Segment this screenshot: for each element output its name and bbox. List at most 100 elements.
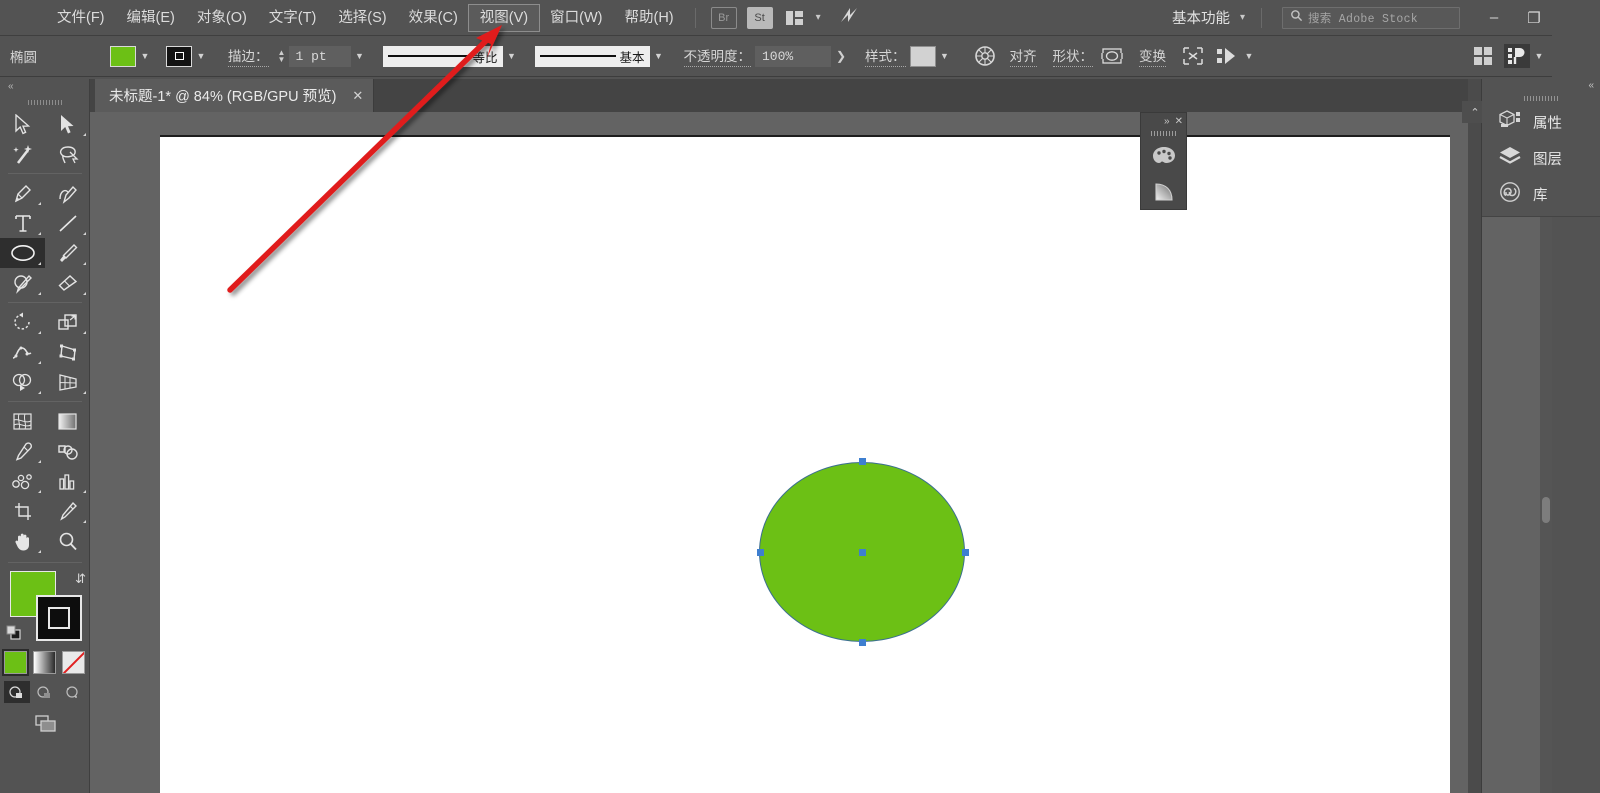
gradient-tool[interactable] bbox=[45, 406, 90, 436]
swap-fill-stroke-icon[interactable]: ⇵ bbox=[75, 571, 86, 587]
variable-width-profile-select[interactable]: 等比 bbox=[383, 46, 503, 67]
select-similar-chevron-down-icon[interactable]: ▼ bbox=[1240, 46, 1258, 67]
eyedropper-tool[interactable] bbox=[0, 436, 45, 466]
close-icon[interactable]: ✕ bbox=[352, 88, 363, 104]
shape-label[interactable]: 形状： bbox=[1053, 45, 1094, 67]
select-similar-objects-icon[interactable] bbox=[1214, 44, 1240, 68]
align-label[interactable]: 对齐 bbox=[1010, 45, 1037, 67]
opacity-input[interactable]: 100% bbox=[755, 46, 831, 67]
arrange-documents-grid-icon[interactable] bbox=[1470, 44, 1496, 68]
search-adobe-stock-field[interactable]: 搜索 Adobe Stock bbox=[1282, 7, 1460, 29]
toolbar-collapse-button[interactable]: « bbox=[0, 79, 89, 95]
fill-chevron-down-icon[interactable]: ▼ bbox=[136, 46, 154, 67]
sidebar-item-layers[interactable]: 图层 bbox=[1482, 140, 1600, 176]
gradient-mode-button[interactable] bbox=[33, 651, 56, 674]
discover-icon[interactable] bbox=[837, 5, 861, 30]
paintbrush-tool[interactable] bbox=[45, 238, 90, 268]
draw-normal-button[interactable] bbox=[4, 681, 30, 703]
isolate-selected-object-icon[interactable] bbox=[1180, 44, 1206, 68]
stock-icon[interactable]: St bbox=[747, 7, 773, 29]
fill-color-swatch[interactable] bbox=[110, 46, 136, 67]
stroke-chevron-down-icon[interactable]: ▼ bbox=[192, 46, 210, 67]
brush-definition-select[interactable]: 基本 bbox=[535, 46, 650, 67]
menu-file[interactable]: 文件(F) bbox=[46, 5, 116, 31]
scale-tool[interactable] bbox=[45, 307, 90, 337]
bridge-icon[interactable]: Br bbox=[711, 7, 737, 29]
dock-drag-grip[interactable] bbox=[1482, 92, 1600, 104]
menu-type[interactable]: 文字(T) bbox=[258, 5, 328, 31]
workspace-switcher-label[interactable]: 基本功能 bbox=[1172, 7, 1234, 28]
arrange-documents-icon[interactable] bbox=[786, 7, 810, 29]
width-tool[interactable] bbox=[0, 337, 45, 367]
slice-tool[interactable] bbox=[45, 496, 90, 526]
column-graph-tool[interactable] bbox=[45, 466, 90, 496]
blend-tool[interactable] bbox=[45, 436, 90, 466]
type-tool[interactable] bbox=[0, 208, 45, 238]
shape-builder-tool[interactable] bbox=[0, 367, 45, 397]
menu-object[interactable]: 对象(O) bbox=[186, 5, 258, 31]
ellipse-tool[interactable] bbox=[0, 238, 45, 268]
magic-wand-tool[interactable] bbox=[0, 139, 45, 169]
anchor-point-bottom[interactable] bbox=[859, 639, 866, 646]
opacity-label[interactable]: 不透明度： bbox=[684, 45, 752, 67]
free-transform-tool[interactable] bbox=[45, 337, 90, 367]
anchor-point-right[interactable] bbox=[962, 549, 969, 556]
graphic-style-swatch[interactable] bbox=[910, 46, 936, 67]
workspace-chevron-down-icon[interactable]: ▾ bbox=[1234, 12, 1251, 23]
recolor-artwork-icon[interactable] bbox=[972, 44, 998, 68]
anchor-point-top[interactable] bbox=[859, 458, 866, 465]
stroke-weight-stepper[interactable]: ▲▼ bbox=[275, 49, 289, 63]
artboard[interactable] bbox=[160, 135, 1450, 793]
minimize-button[interactable]: – bbox=[1474, 1, 1514, 35]
transform-label[interactable]: 变换 bbox=[1139, 45, 1166, 67]
menu-help[interactable]: 帮助(H) bbox=[613, 5, 684, 31]
screen-mode-button[interactable] bbox=[0, 713, 89, 737]
default-fill-stroke-icon[interactable] bbox=[6, 625, 24, 648]
menu-edit[interactable]: 编辑(E) bbox=[116, 5, 186, 31]
toolbar-drag-grip[interactable] bbox=[0, 95, 89, 109]
shaper-tool[interactable] bbox=[0, 268, 45, 298]
menu-window[interactable]: 窗口(W) bbox=[539, 5, 613, 31]
opacity-expand-icon[interactable]: ❯ bbox=[831, 46, 851, 67]
anchor-point-left[interactable] bbox=[757, 549, 764, 556]
stroke-color-swatch[interactable] bbox=[166, 46, 192, 67]
sidebar-item-properties[interactable]: 属性 bbox=[1482, 104, 1600, 140]
color-mode-button[interactable] bbox=[4, 651, 27, 674]
artboard-tool[interactable] bbox=[0, 496, 45, 526]
perspective-grid-tool[interactable] bbox=[45, 367, 90, 397]
symbol-sprayer-tool[interactable] bbox=[0, 466, 45, 496]
lasso-tool[interactable] bbox=[45, 139, 90, 169]
expand-panels-icon[interactable]: » bbox=[1164, 116, 1170, 127]
dock-collapse-button[interactable]: « bbox=[1482, 79, 1600, 92]
stroke-weight-label[interactable]: 描边： bbox=[228, 45, 269, 67]
style-chevron-down-icon[interactable]: ▼ bbox=[936, 46, 954, 67]
draw-inside-button[interactable] bbox=[60, 681, 86, 703]
style-label[interactable]: 样式： bbox=[865, 45, 906, 67]
color-panel-icon[interactable] bbox=[1141, 138, 1186, 174]
sidebar-item-libraries[interactable]: 库 bbox=[1482, 176, 1600, 212]
selection-tool[interactable] bbox=[0, 109, 45, 139]
pen-tool[interactable] bbox=[0, 178, 45, 208]
line-segment-tool[interactable] bbox=[45, 208, 90, 238]
stroke-weight-chevron-down-icon[interactable]: ▼ bbox=[351, 46, 369, 67]
stroke-weight-input[interactable]: 1 pt bbox=[289, 46, 351, 67]
width-profile-chevron-down-icon[interactable]: ▼ bbox=[503, 46, 521, 67]
curvature-tool[interactable] bbox=[45, 178, 90, 208]
artboard-nav-chevron-down-icon[interactable]: ▼ bbox=[1530, 46, 1548, 67]
shape-properties-icon[interactable] bbox=[1099, 44, 1125, 68]
direct-selection-tool[interactable] bbox=[45, 109, 90, 139]
menu-select[interactable]: 选择(S) bbox=[327, 5, 397, 31]
menu-effect[interactable]: 效果(C) bbox=[398, 5, 469, 31]
none-mode-button[interactable] bbox=[62, 651, 85, 674]
hand-tool[interactable] bbox=[0, 526, 45, 556]
zoom-tool[interactable] bbox=[45, 526, 90, 556]
close-icon[interactable]: ✕ bbox=[1175, 116, 1183, 127]
mesh-tool[interactable] bbox=[0, 406, 45, 436]
arrange-chevron-down-icon[interactable]: ▾ bbox=[810, 12, 827, 23]
brush-chevron-down-icon[interactable]: ▼ bbox=[650, 46, 668, 67]
document-tab[interactable]: 未标题-1* @ 84% (RGB/GPU 预览) ✕ bbox=[95, 79, 374, 112]
draw-behind-button[interactable] bbox=[32, 681, 58, 703]
menu-view[interactable]: 视图(V) bbox=[469, 5, 539, 31]
canvas-area[interactable] bbox=[90, 112, 1552, 793]
stroke-color-indicator[interactable] bbox=[36, 595, 82, 641]
